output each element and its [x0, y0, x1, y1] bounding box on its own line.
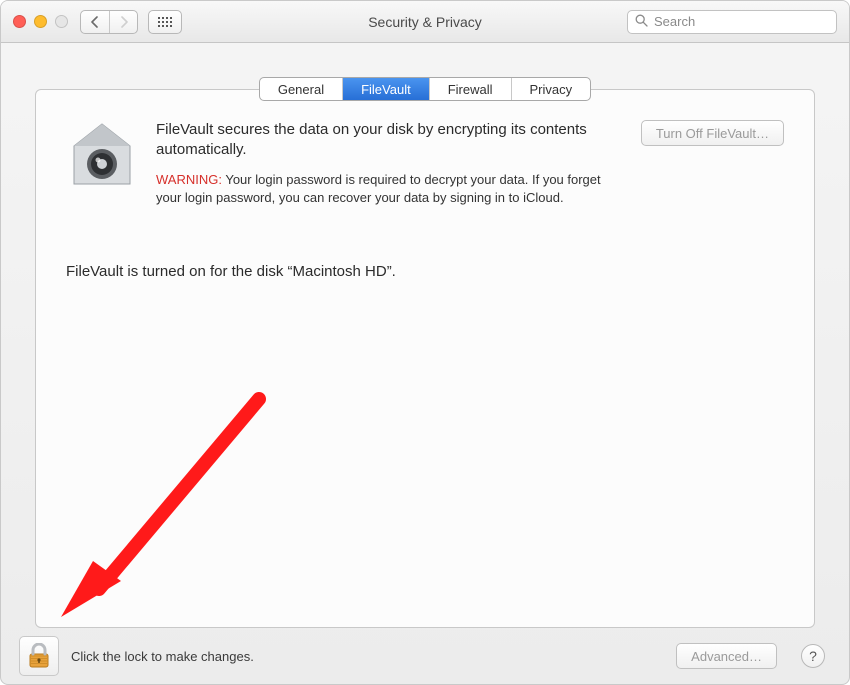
help-button[interactable]: ? — [801, 644, 825, 668]
nav-back-button[interactable] — [81, 11, 109, 33]
chevron-left-icon — [91, 16, 99, 28]
filevault-description: FileVault secures the data on your disk … — [156, 120, 623, 161]
lock-help-text: Click the lock to make changes. — [71, 649, 254, 664]
tab-filevault[interactable]: FileVault — [342, 78, 429, 100]
filevault-status: FileVault is turned on for the disk “Mac… — [66, 263, 784, 280]
turn-off-filevault-button[interactable]: Turn Off FileVault… — [641, 120, 784, 146]
window-controls — [13, 15, 68, 28]
lock-icon — [28, 643, 50, 669]
filevault-text-block: FileVault secures the data on your disk … — [156, 120, 623, 207]
show-all-button[interactable] — [148, 10, 182, 34]
tab-privacy[interactable]: Privacy — [511, 78, 591, 100]
tab-firewall[interactable]: Firewall — [429, 78, 511, 100]
advanced-button[interactable]: Advanced… — [676, 643, 777, 669]
tab-group: General FileVault Firewall Privacy — [259, 77, 591, 101]
grid-icon — [158, 17, 172, 27]
search-field-wrap — [627, 10, 837, 34]
filevault-header-row: FileVault secures the data on your disk … — [66, 120, 784, 207]
search-input[interactable] — [627, 10, 837, 34]
title-bar: Security & Privacy — [1, 1, 849, 43]
close-window-button[interactable] — [13, 15, 26, 28]
nav-back-forward — [80, 10, 138, 34]
zoom-window-button[interactable] — [55, 15, 68, 28]
filevault-warning: WARNING: Your login password is required… — [156, 171, 623, 207]
warning-text: Your login password is required to decry… — [156, 172, 601, 205]
chevron-right-icon — [120, 16, 128, 28]
nav-forward-button[interactable] — [109, 11, 137, 33]
filevault-panel: FileVault secures the data on your disk … — [35, 89, 815, 628]
system-preferences-window: Security & Privacy General FileVault Fir… — [0, 0, 850, 685]
warning-label: WARNING: — [156, 172, 222, 187]
search-icon — [635, 14, 648, 30]
tab-general[interactable]: General — [260, 78, 342, 100]
tab-bar: General FileVault Firewall Privacy — [1, 77, 849, 101]
footer-bar: Click the lock to make changes. Advanced… — [1, 628, 849, 684]
lock-button[interactable] — [19, 636, 59, 676]
minimize-window-button[interactable] — [34, 15, 47, 28]
filevault-icon — [66, 120, 138, 192]
